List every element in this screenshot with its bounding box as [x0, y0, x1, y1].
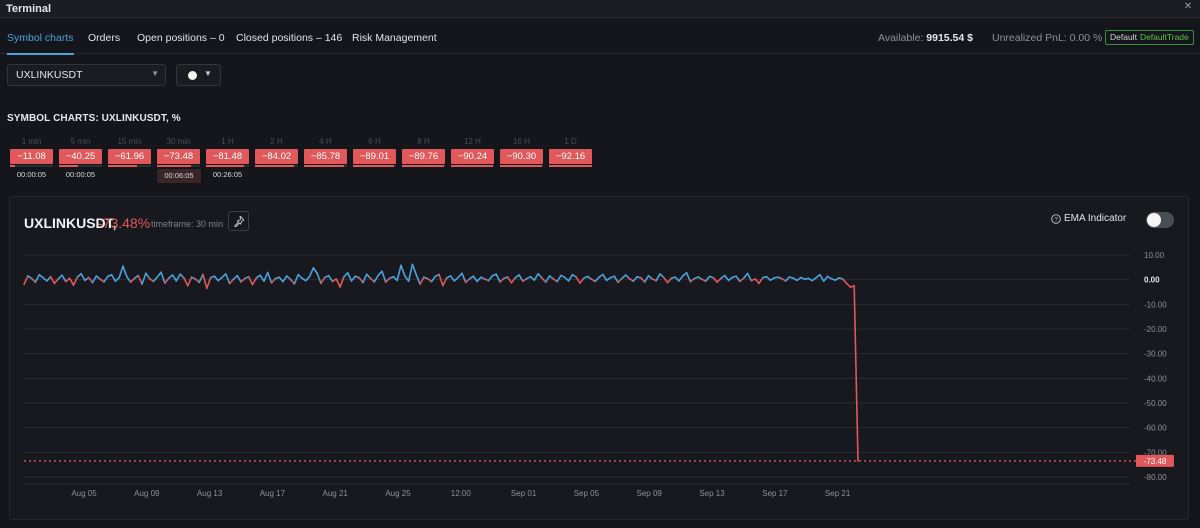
series-segment — [632, 275, 638, 282]
price-chart: 10.00 0.00 -10.00 -20.00 -30.00 -40.00 -50.00 -… — [23, 251, 1174, 498]
series-segment — [202, 273, 208, 290]
series-segment — [236, 274, 242, 283]
series-segment — [518, 274, 524, 282]
series-segment — [643, 274, 650, 283]
y-tick-label: -20.00 — [1144, 325, 1167, 334]
series-segment — [186, 276, 193, 287]
series-segment — [160, 271, 166, 284]
series-segment — [362, 273, 368, 284]
series-segment — [308, 267, 315, 278]
series-segment — [853, 285, 859, 462]
series-segment — [758, 276, 764, 285]
x-tick-label: Sep 13 — [699, 489, 725, 498]
series-segment — [537, 272, 543, 279]
series-segment — [122, 265, 128, 278]
x-tick-label: Sep 21 — [825, 489, 851, 498]
series-segment — [320, 276, 326, 285]
series-segment — [472, 275, 478, 283]
series-segment — [742, 272, 749, 279]
y-tick-label: -10.00 — [1144, 300, 1167, 309]
series-segment — [164, 277, 170, 284]
y-tick-label: -80.00 — [1144, 473, 1167, 482]
series-segment — [495, 273, 501, 283]
series-segment — [350, 275, 357, 282]
series-segment — [266, 271, 273, 284]
series-segment — [544, 275, 551, 283]
series-segment — [617, 277, 623, 284]
y-tick-label: -30.00 — [1144, 350, 1167, 359]
series-segment — [510, 276, 517, 284]
series-segment — [579, 277, 585, 284]
series-segment — [259, 274, 265, 282]
series-segment — [316, 272, 322, 285]
series-segment — [327, 274, 334, 283]
series-segment — [784, 276, 791, 282]
series-segment — [118, 265, 124, 279]
series-segment — [419, 276, 425, 285]
series-segment — [666, 277, 673, 284]
series-segment — [312, 267, 319, 275]
x-tick-label: Sep 01 — [511, 489, 537, 498]
x-tick-label: Aug 05 — [71, 489, 97, 498]
series-segment — [411, 263, 418, 276]
series-segment — [247, 275, 254, 286]
y-tick-label: -50.00 — [1144, 399, 1167, 408]
y-tick-label: -40.00 — [1144, 374, 1167, 383]
series-segment — [46, 275, 52, 282]
series-segment — [400, 264, 406, 277]
series-segment — [145, 272, 151, 280]
series-segment — [381, 270, 387, 283]
series-segment — [141, 272, 147, 285]
series-segment — [61, 274, 67, 283]
series-segment — [23, 275, 29, 286]
series-segment — [225, 273, 231, 285]
series-segment — [461, 272, 467, 284]
x-tick-label: 12:00 — [451, 489, 472, 498]
series-segment — [822, 275, 829, 282]
y-tick-label: -60.00 — [1144, 424, 1167, 433]
series-segment — [34, 273, 41, 283]
series-segment — [396, 264, 402, 282]
series-segment — [365, 273, 372, 280]
x-tick-label: Sep 09 — [637, 489, 663, 498]
current-value-label: -73.48 — [1144, 457, 1167, 466]
x-tick-label: Aug 13 — [197, 489, 223, 498]
series-segment — [819, 273, 825, 282]
series-segment — [183, 277, 189, 287]
series-segment — [685, 271, 692, 283]
series-segment — [373, 274, 379, 283]
series-segment — [556, 274, 562, 283]
series-segment — [442, 277, 448, 287]
x-tick-label: Aug 25 — [385, 489, 411, 498]
x-tick-label: Aug 17 — [260, 489, 286, 498]
series-segment — [407, 263, 414, 282]
series-segment — [110, 273, 117, 282]
series-segment — [704, 275, 711, 282]
y-tick-label: 10.00 — [1144, 251, 1165, 260]
series-segment — [735, 275, 741, 283]
x-tick-label: Aug 21 — [323, 489, 349, 498]
y-tick-label: 0.00 — [1144, 276, 1160, 285]
series-segment — [339, 276, 345, 288]
x-tick-label: Aug 09 — [134, 489, 160, 498]
x-tick-label: Sep 05 — [574, 489, 600, 498]
series-segment — [251, 277, 258, 286]
series-segment — [282, 275, 288, 283]
series-segment — [198, 273, 204, 284]
series-segment — [72, 276, 79, 286]
series-segment — [430, 275, 437, 283]
x-tick-label: Sep 17 — [762, 489, 788, 498]
